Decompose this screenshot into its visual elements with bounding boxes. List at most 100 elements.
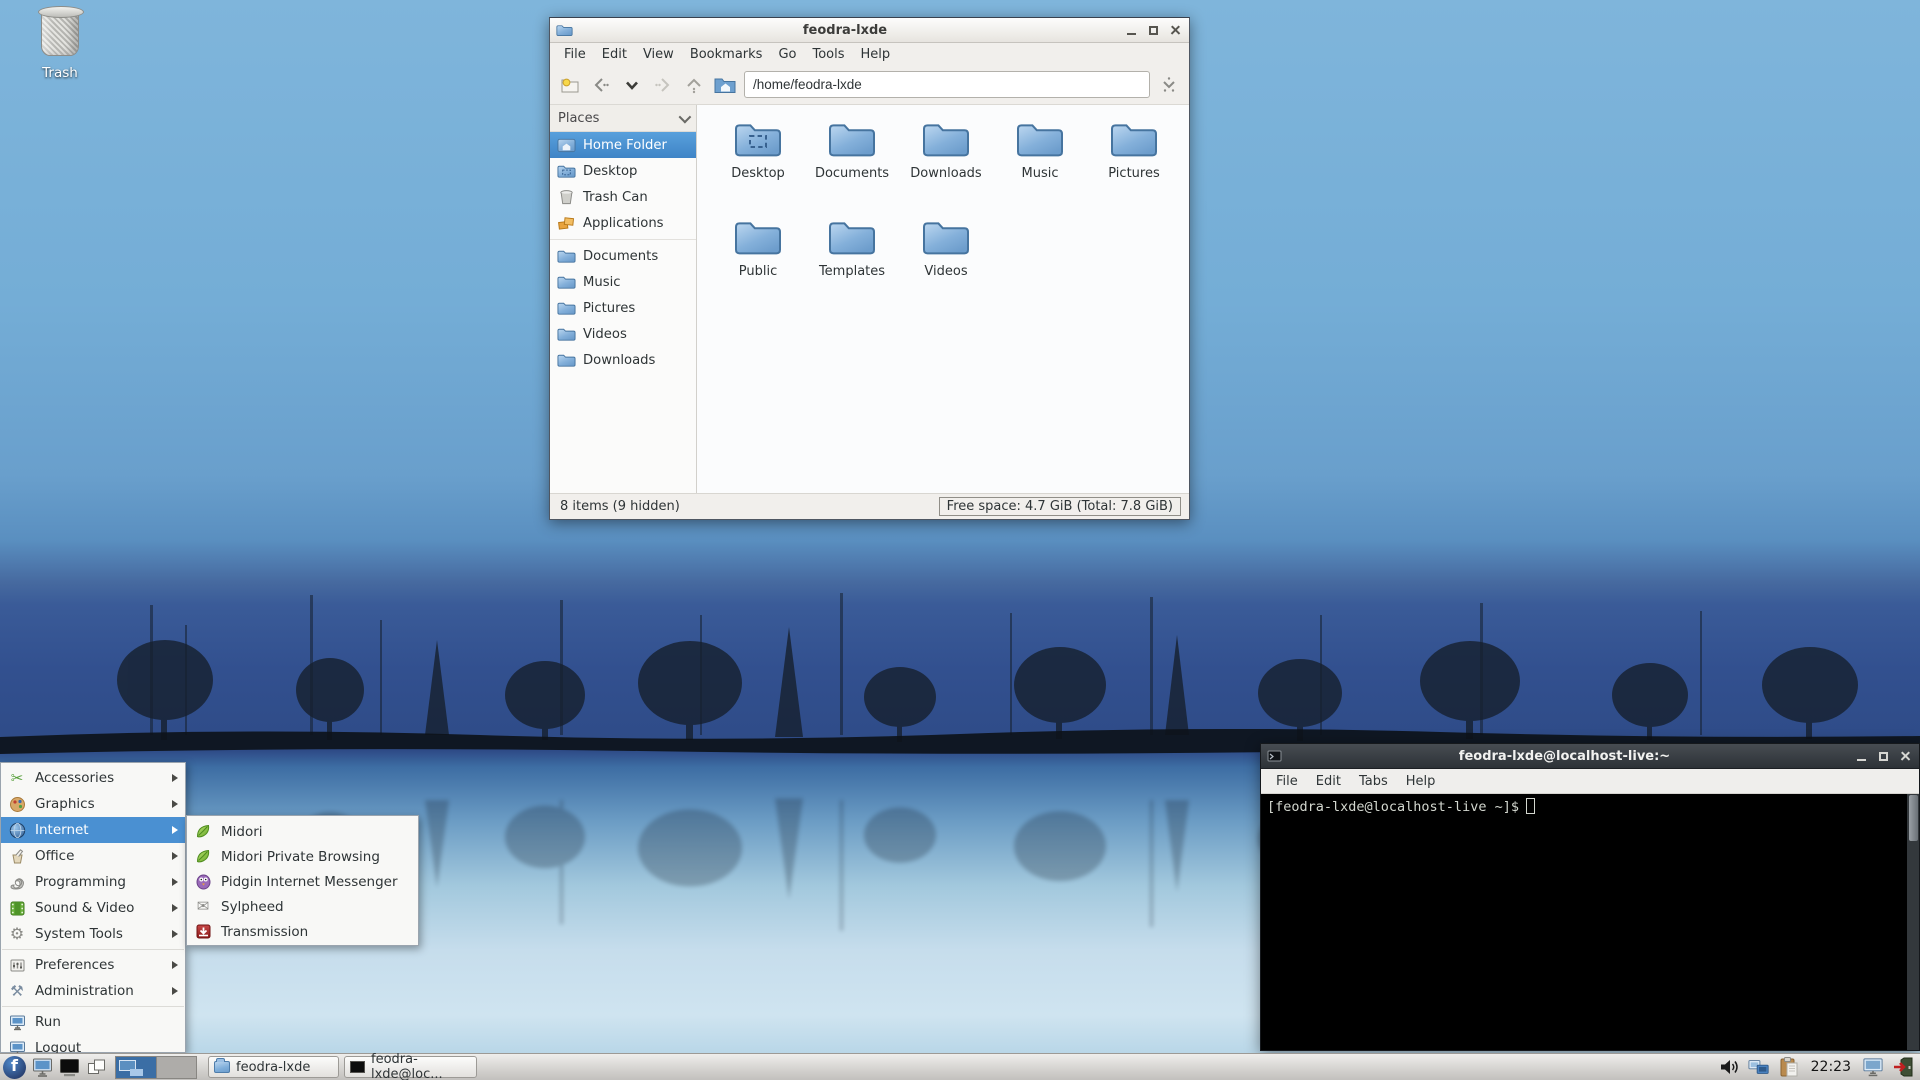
midori-icon xyxy=(194,848,212,866)
trash-can-icon xyxy=(560,190,573,205)
terminal-launcher[interactable] xyxy=(58,1056,80,1078)
fm-menu-edit[interactable]: Edit xyxy=(594,45,635,64)
place-desktop[interactable]: Desktop xyxy=(550,158,696,184)
logout-button[interactable] xyxy=(1892,1056,1914,1078)
folder-documents[interactable]: Documents xyxy=(805,119,899,215)
submenu-arrow-icon xyxy=(172,826,178,834)
back-button[interactable] xyxy=(589,73,613,97)
place-downloads[interactable]: Downloads xyxy=(550,347,696,373)
place-home-folder[interactable]: Home Folder xyxy=(550,132,696,158)
places-separator xyxy=(550,239,696,240)
lock-screen-button[interactable] xyxy=(1862,1056,1884,1078)
fm-menu-go[interactable]: Go xyxy=(770,45,804,64)
run-icon xyxy=(8,1013,26,1031)
place-trash-can[interactable]: Trash Can xyxy=(550,184,696,210)
folder-icon xyxy=(1017,124,1063,157)
menu-office[interactable]: Office xyxy=(1,843,185,869)
folder-view[interactable]: Desktop Documents Downloads Music Pictur… xyxy=(697,105,1189,493)
submenu-transmission[interactable]: Transmission xyxy=(187,919,418,944)
close-button[interactable] xyxy=(1898,750,1913,763)
start-menu-button[interactable]: f xyxy=(3,1055,26,1079)
menu-preferences[interactable]: Preferences xyxy=(1,952,185,978)
task-button-file-manager[interactable]: feodra-lxde xyxy=(208,1056,339,1078)
fm-toolbar xyxy=(550,65,1189,105)
minimize-button[interactable] xyxy=(1124,24,1139,37)
iconify-all-windows-button[interactable] xyxy=(85,1056,107,1078)
terminal-menu-help[interactable]: Help xyxy=(1397,772,1445,791)
free-space-indicator: Free space: 4.7 GiB (Total: 7.8 GiB) xyxy=(938,497,1181,516)
place-label: Trash Can xyxy=(583,189,648,205)
terminal-scrollbar[interactable] xyxy=(1907,794,1919,1050)
folder-label: Desktop xyxy=(731,166,785,181)
terminal-menu-tabs[interactable]: Tabs xyxy=(1350,772,1397,791)
maximize-button[interactable] xyxy=(1876,750,1891,763)
workspace-pager[interactable] xyxy=(115,1055,197,1079)
new-tab-button[interactable] xyxy=(558,73,582,97)
folder-desktop[interactable]: Desktop xyxy=(711,119,805,215)
clipboard-manager[interactable] xyxy=(1778,1056,1800,1078)
fm-titlebar[interactable]: feodra-lxde xyxy=(550,18,1189,43)
folder-downloads[interactable]: Downloads xyxy=(899,119,993,215)
clock[interactable]: 22:23 xyxy=(1808,1059,1854,1075)
folder-label: Pictures xyxy=(1108,166,1160,181)
fm-menu-tools[interactable]: Tools xyxy=(804,45,852,64)
menu-system-tools[interactable]: ⚙ System Tools xyxy=(1,921,185,947)
menu-programming[interactable]: Programming xyxy=(1,869,185,895)
volume-control[interactable] xyxy=(1718,1056,1740,1078)
place-music[interactable]: Music xyxy=(550,269,696,295)
task-button-terminal[interactable]: feodra-lxde@loc... xyxy=(344,1052,477,1080)
network-monitor[interactable] xyxy=(1748,1056,1770,1078)
place-pictures[interactable]: Pictures xyxy=(550,295,696,321)
maximize-button[interactable] xyxy=(1146,24,1161,37)
folder-videos[interactable]: Videos xyxy=(899,217,993,313)
menu-run[interactable]: Run xyxy=(1,1009,185,1035)
folder-pictures[interactable]: Pictures xyxy=(1087,119,1181,215)
address-bar[interactable] xyxy=(744,71,1150,98)
workspace-2[interactable] xyxy=(156,1056,196,1078)
place-documents[interactable]: Documents xyxy=(550,243,696,269)
workspace-1[interactable] xyxy=(116,1056,156,1078)
fm-menu-view[interactable]: View xyxy=(635,45,682,64)
fm-menu-file[interactable]: File xyxy=(556,45,594,64)
folder-templates[interactable]: Templates xyxy=(805,217,899,313)
submenu-midori-private[interactable]: Midori Private Browsing xyxy=(187,844,418,869)
place-applications[interactable]: Applications xyxy=(550,210,696,236)
midori-icon xyxy=(194,823,212,841)
menu-accessories[interactable]: ✂ Accessories xyxy=(1,765,185,791)
jump-button[interactable] xyxy=(1157,73,1181,97)
task-label: feodra-lxde@loc... xyxy=(371,1052,443,1080)
folder-icon xyxy=(923,124,969,157)
up-button[interactable] xyxy=(682,73,706,97)
menu-internet[interactable]: Internet xyxy=(1,817,185,843)
new-tab-icon xyxy=(561,78,579,92)
forward-icon xyxy=(655,77,670,92)
close-button[interactable] xyxy=(1168,24,1183,37)
terminal-content[interactable]: [feodra-lxde@localhost-live ~]$ xyxy=(1261,794,1919,1050)
submenu-pidgin[interactable]: Pidgin Internet Messenger xyxy=(187,869,418,894)
terminal-titlebar[interactable]: feodra-lxde@localhost-live:~ xyxy=(1261,744,1919,769)
desktop-trash-icon[interactable]: Trash xyxy=(22,6,98,81)
history-dropdown-button[interactable] xyxy=(620,73,644,97)
places-header-label: Places xyxy=(558,110,600,126)
submenu-midori[interactable]: Midori xyxy=(187,819,418,844)
file-manager-launcher[interactable] xyxy=(31,1056,53,1078)
folder-label: Music xyxy=(1021,166,1059,181)
submenu-sylpheed[interactable]: ✉ Sylpheed xyxy=(187,894,418,919)
menu-administration[interactable]: ⚒ Administration xyxy=(1,978,185,1004)
fm-menu-help[interactable]: Help xyxy=(853,45,899,64)
menu-graphics[interactable]: Graphics xyxy=(1,791,185,817)
terminal-menu-edit[interactable]: Edit xyxy=(1307,772,1350,791)
minimize-button[interactable] xyxy=(1854,750,1869,763)
place-videos[interactable]: Videos xyxy=(550,321,696,347)
terminal-window: feodra-lxde@localhost-live:~ File Edit T… xyxy=(1260,743,1920,1051)
scrollbar-thumb[interactable] xyxy=(1908,795,1918,841)
folder-music[interactable]: Music xyxy=(993,119,1087,215)
folder-icon xyxy=(829,124,875,157)
terminal-menu-file[interactable]: File xyxy=(1267,772,1307,791)
menu-sound-video[interactable]: Sound & Video xyxy=(1,895,185,921)
places-header[interactable]: Places xyxy=(550,105,696,132)
folder-public[interactable]: Public xyxy=(711,217,805,313)
fm-menu-bookmarks[interactable]: Bookmarks xyxy=(682,45,771,64)
forward-button[interactable] xyxy=(651,73,675,97)
home-button[interactable] xyxy=(713,73,737,97)
